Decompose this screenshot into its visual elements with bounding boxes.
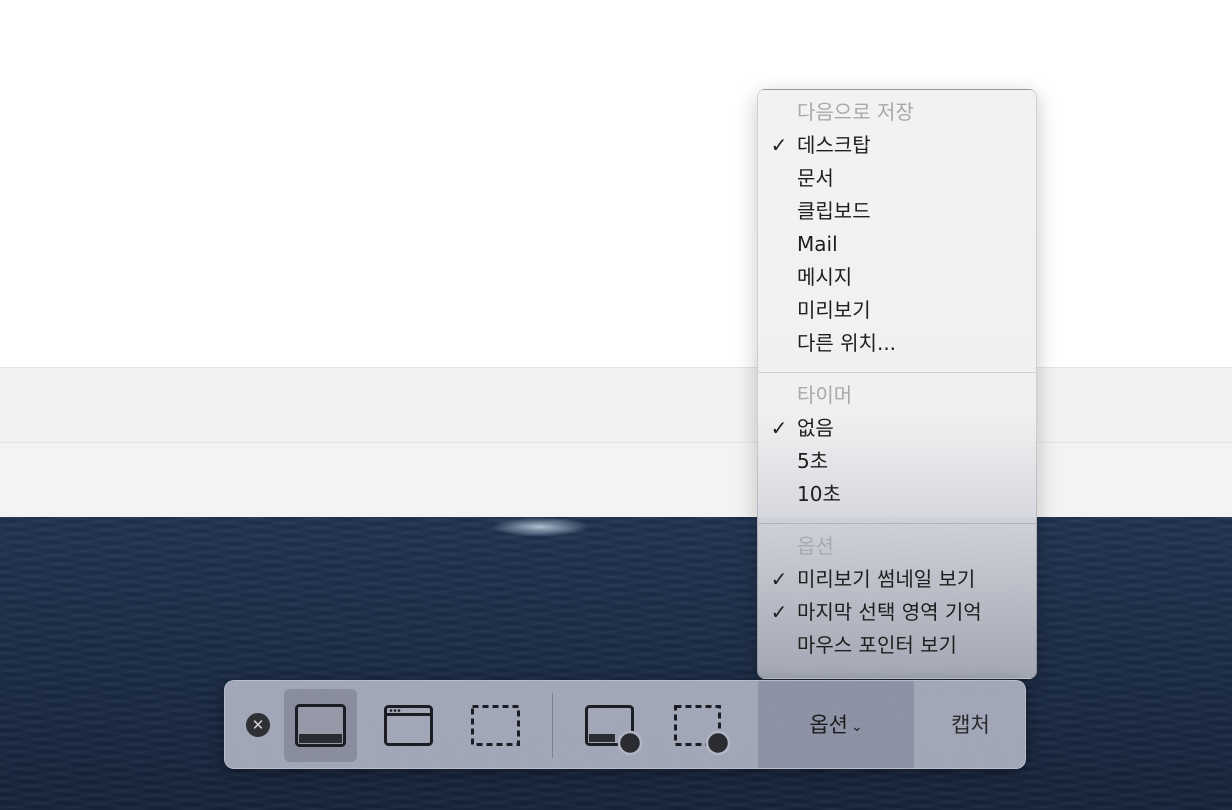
menu-header-save-to: 다음으로 저장 bbox=[797, 100, 914, 124]
desktop-window-white-area bbox=[0, 0, 1232, 367]
menu-header-options: 옵션 bbox=[797, 534, 834, 558]
menu-item-label: 문서 bbox=[797, 166, 834, 190]
capture-window-icon[interactable] bbox=[372, 689, 445, 762]
menu-item-label: 다른 위치... bbox=[797, 331, 897, 355]
menu-item-other-location[interactable]: 다른 위치... bbox=[758, 327, 1036, 360]
screenshot-toolbar: ✕ 옵션 ⌄ 캡처 bbox=[224, 680, 1026, 769]
record-entire-screen-icon[interactable] bbox=[574, 689, 647, 762]
menu-item-show-mouse-pointer[interactable]: 마우스 포인터 보기 bbox=[758, 629, 1036, 662]
close-icon[interactable]: ✕ bbox=[246, 713, 270, 737]
toolbar-divider bbox=[552, 693, 553, 758]
menu-item-label: 없음 bbox=[797, 416, 834, 440]
record-selection-icon[interactable] bbox=[662, 689, 735, 762]
menu-item-preview[interactable]: 미리보기 bbox=[758, 294, 1036, 327]
menu-item-timer-10s[interactable]: 10초 bbox=[758, 478, 1036, 511]
menu-item-label: 메시지 bbox=[797, 265, 853, 289]
menu-item-label: 마우스 포인터 보기 bbox=[797, 633, 957, 657]
menu-separator bbox=[758, 523, 1036, 524]
menu-separator bbox=[758, 372, 1036, 373]
checkmark-icon: ✓ bbox=[770, 133, 788, 157]
checkmark-icon: ✓ bbox=[770, 416, 788, 440]
menu-item-timer-none[interactable]: ✓ 없음 bbox=[758, 412, 1036, 445]
menu-item-mail[interactable]: Mail bbox=[758, 228, 1036, 261]
desktop-window-band bbox=[0, 367, 1232, 442]
checkmark-icon: ✓ bbox=[770, 567, 788, 591]
menu-item-label: 미리보기 bbox=[797, 298, 871, 322]
menu-item-desktop[interactable]: ✓ 데스크탑 bbox=[758, 129, 1036, 162]
menu-item-clipboard[interactable]: 클립보드 bbox=[758, 195, 1036, 228]
menu-item-documents[interactable]: 문서 bbox=[758, 162, 1036, 195]
options-label: 옵션 bbox=[809, 713, 848, 737]
menu-header-timer: 타이머 bbox=[797, 383, 853, 407]
menu-item-label: 클립보드 bbox=[797, 199, 871, 223]
menu-item-label: 데스크탑 bbox=[797, 133, 871, 157]
checkmark-icon: ✓ bbox=[770, 600, 788, 624]
desktop-window-band bbox=[0, 442, 1232, 517]
capture-selection-icon[interactable] bbox=[459, 689, 532, 762]
options-menu: 다음으로 저장 ✓ 데스크탑 문서 클립보드 Mail 메시지 미리보기 다른 … bbox=[757, 89, 1037, 679]
menu-item-label: 미리보기 썸네일 보기 bbox=[797, 567, 976, 591]
capture-entire-screen-icon[interactable] bbox=[284, 689, 357, 762]
menu-item-show-floating-thumbnail[interactable]: ✓ 미리보기 썸네일 보기 bbox=[758, 563, 1036, 596]
menu-item-label: 5초 bbox=[797, 449, 829, 473]
menu-item-timer-5s[interactable]: 5초 bbox=[758, 445, 1036, 478]
menu-item-messages[interactable]: 메시지 bbox=[758, 261, 1036, 294]
menu-item-label: 마지막 선택 영역 기억 bbox=[797, 600, 982, 624]
menu-item-label: 10초 bbox=[797, 482, 841, 506]
options-button[interactable]: 옵션 ⌄ bbox=[758, 681, 914, 768]
chevron-down-icon: ⌄ bbox=[850, 719, 863, 735]
menu-item-label: Mail bbox=[797, 232, 838, 256]
menu-item-remember-last-selection[interactable]: ✓ 마지막 선택 영역 기억 bbox=[758, 596, 1036, 629]
capture-button[interactable]: 캡처 bbox=[914, 681, 1025, 768]
